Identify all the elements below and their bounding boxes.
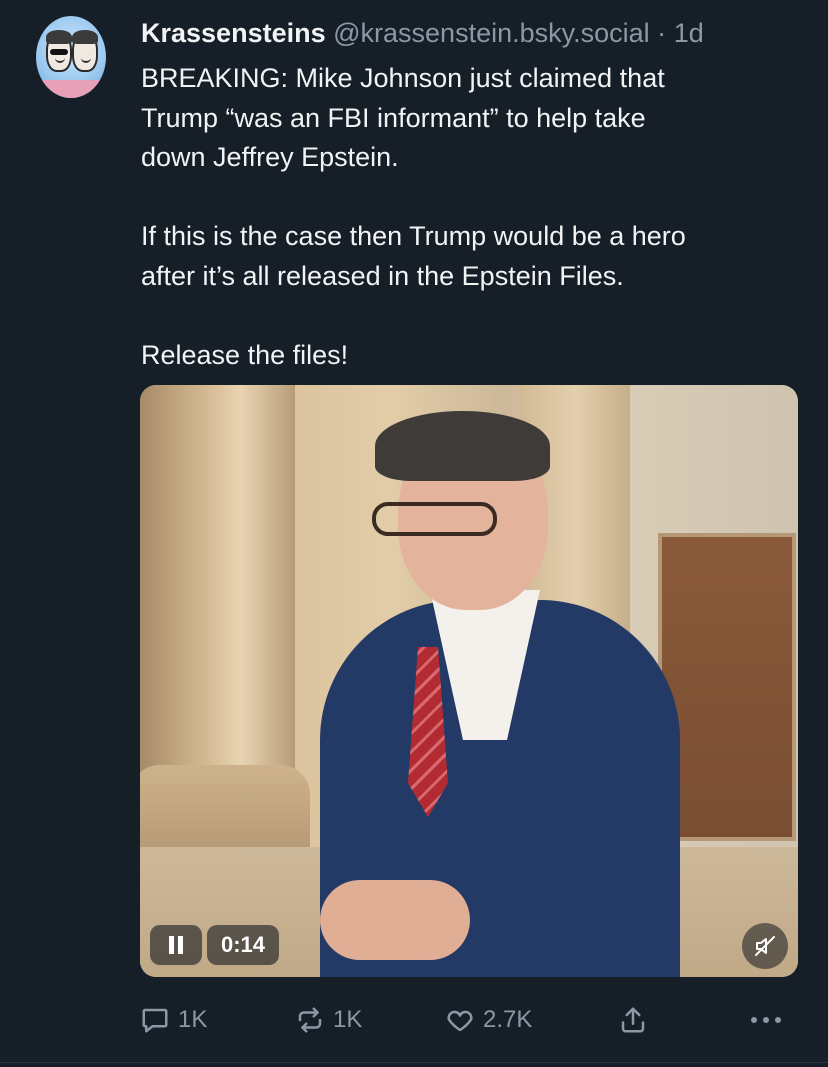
more-dots-icon <box>751 1017 781 1023</box>
avatar-face-left <box>46 30 72 72</box>
like-count: 2.7K <box>483 1006 533 1033</box>
video-frame-person-hand <box>320 880 470 960</box>
avatar-face-right <box>72 30 98 72</box>
post-timestamp[interactable]: 1d <box>674 18 704 48</box>
reply-count: 1K <box>178 1006 208 1033</box>
repost-arrows-icon <box>298 1007 322 1033</box>
speaker-muted-icon <box>755 936 775 956</box>
reply-button[interactable]: 1K <box>140 1000 207 1040</box>
repost-count: 1K <box>333 1006 363 1033</box>
pause-button[interactable] <box>150 925 202 965</box>
share-upload-icon <box>621 1007 645 1033</box>
post-text: BREAKING: Mike Johnson just claimed that… <box>141 59 801 375</box>
video-frame-person-hair <box>375 411 550 481</box>
mute-button[interactable] <box>742 923 788 969</box>
video-player[interactable]: 0:14 <box>140 385 798 977</box>
post-paragraph: If this is the case then Trump would be … <box>141 221 686 291</box>
heart-icon <box>447 1010 473 1032</box>
post-paragraph: BREAKING: Mike Johnson just claimed that… <box>141 63 665 172</box>
pause-icon <box>169 936 174 954</box>
share-button[interactable] <box>618 1000 648 1040</box>
avatar-shirt <box>36 80 106 98</box>
more-options-button[interactable] <box>746 1000 786 1040</box>
header-separator: · <box>657 18 667 48</box>
post-paragraph: Release the files! <box>141 339 349 370</box>
video-frame-person-glasses <box>372 502 497 536</box>
post-divider <box>0 1062 828 1063</box>
pause-icon <box>178 936 183 954</box>
repost-button[interactable]: 1K <box>295 1000 362 1040</box>
author-handle[interactable]: @krassenstein.bsky.social <box>333 18 650 48</box>
post-actions: 1K 1K 2.7K <box>140 1000 800 1040</box>
feed-post[interactable]: Krassensteins @krassenstein.bsky.social … <box>0 0 828 1067</box>
author-name[interactable]: Krassensteins <box>141 18 326 48</box>
author-avatar[interactable] <box>36 16 106 98</box>
post-header: Krassensteins @krassenstein.bsky.social … <box>141 15 704 51</box>
speech-bubble-icon <box>142 1008 168 1033</box>
like-button[interactable]: 2.7K <box>445 1000 532 1040</box>
video-time: 0:14 <box>207 925 279 965</box>
